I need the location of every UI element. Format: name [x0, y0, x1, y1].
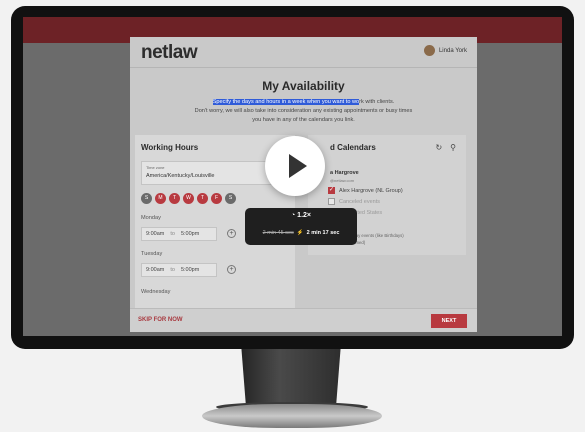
- calendar-item[interactable]: Canceled events: [328, 198, 380, 205]
- speed-value: ◔ 1.2×: [245, 212, 357, 219]
- speed-multiplier: 1.2×: [297, 212, 311, 219]
- day-toggle-monday[interactable]: M: [155, 193, 166, 204]
- subtitle-line-2: Don't worry, we will also take into cons…: [194, 108, 413, 114]
- start-time: 9:00am: [146, 267, 165, 273]
- calendars-title: d Calendars: [330, 143, 376, 152]
- checkbox-checked[interactable]: [328, 186, 335, 194]
- add-time-icon[interactable]: +: [227, 229, 236, 238]
- end-time: 5:00pm: [180, 231, 200, 237]
- playback-speed-badge[interactable]: ◔ 1.2× 2 min 45 sec ⚡ 2 min 17 sec: [245, 208, 357, 245]
- day-label-tuesday: Tuesday: [141, 251, 163, 257]
- to-label: to: [170, 231, 175, 237]
- subtitle-line-3: you have in any of the calendars you lin…: [252, 117, 355, 123]
- monitor-stand: [241, 349, 341, 409]
- duration-comparison: 2 min 45 sec ⚡ 2 min 17 sec: [245, 230, 357, 236]
- play-button[interactable]: [265, 136, 325, 196]
- time-range-tuesday[interactable]: 9:00am to 5:00pm: [141, 263, 217, 277]
- bolt-icon: ⚡: [296, 230, 304, 236]
- monitor-base: [202, 404, 382, 428]
- header-divider: [130, 67, 477, 68]
- selected-text: Specify the days and hours in a week whe…: [212, 99, 360, 105]
- day-label-monday: Monday: [141, 215, 161, 221]
- subtitle-line-1: Specify the days and hours in a week whe…: [130, 98, 477, 107]
- avatar: [423, 45, 435, 56]
- calendar-actions: ↻ ⚲: [435, 143, 456, 152]
- calendar-item[interactable]: Alex Hargrove (NL Group): [328, 186, 403, 194]
- footer: SKIP FOR NOW NEXT: [130, 308, 477, 332]
- day-selector: S M T W T F S: [141, 193, 236, 204]
- day-toggle-tuesday[interactable]: T: [169, 193, 180, 204]
- add-time-icon[interactable]: +: [227, 265, 236, 274]
- user-menu[interactable]: Linda York: [423, 45, 467, 56]
- new-duration: 2 min 17 sec: [306, 230, 340, 236]
- next-button[interactable]: NEXT: [431, 314, 467, 328]
- account-email: @netlaw.com: [330, 178, 355, 183]
- calendar-item-label: Canceled events: [339, 198, 380, 205]
- user-name: Linda York: [438, 47, 467, 54]
- refresh-icon[interactable]: ↻: [435, 143, 442, 152]
- day-toggle-thursday[interactable]: T: [197, 193, 208, 204]
- original-duration: 2 min 45 sec: [262, 230, 294, 236]
- day-toggle-saturday[interactable]: S: [225, 193, 236, 204]
- subtitle-rest: rk with clients.: [359, 99, 395, 105]
- timezone-value: America/Kentucky/Louisville: [146, 173, 215, 179]
- calendar-item-label: Alex Hargrove (NL Group): [339, 187, 403, 194]
- day-label-wednesday: Wednesday: [141, 289, 171, 295]
- end-time: 5:00pm: [180, 267, 200, 273]
- timezone-label: Time zone: [146, 165, 165, 170]
- link-icon[interactable]: ⚲: [450, 143, 456, 152]
- account-name: a Hargrove: [330, 170, 359, 176]
- page-title: My Availability: [262, 79, 345, 93]
- time-range-monday[interactable]: 9:00am to 5:00pm: [141, 227, 217, 241]
- day-toggle-sunday[interactable]: S: [141, 193, 152, 204]
- working-hours-title: Working Hours: [141, 143, 199, 152]
- to-label: to: [170, 267, 175, 273]
- day-toggle-wednesday[interactable]: W: [183, 193, 194, 204]
- app-header: netlaw Linda York: [130, 37, 477, 67]
- day-toggle-friday[interactable]: F: [211, 193, 222, 204]
- start-time: 9:00am: [146, 231, 165, 237]
- skip-for-now-link[interactable]: SKIP FOR NOW: [138, 317, 183, 323]
- logo: netlaw: [141, 42, 198, 63]
- checkbox[interactable]: [328, 198, 335, 205]
